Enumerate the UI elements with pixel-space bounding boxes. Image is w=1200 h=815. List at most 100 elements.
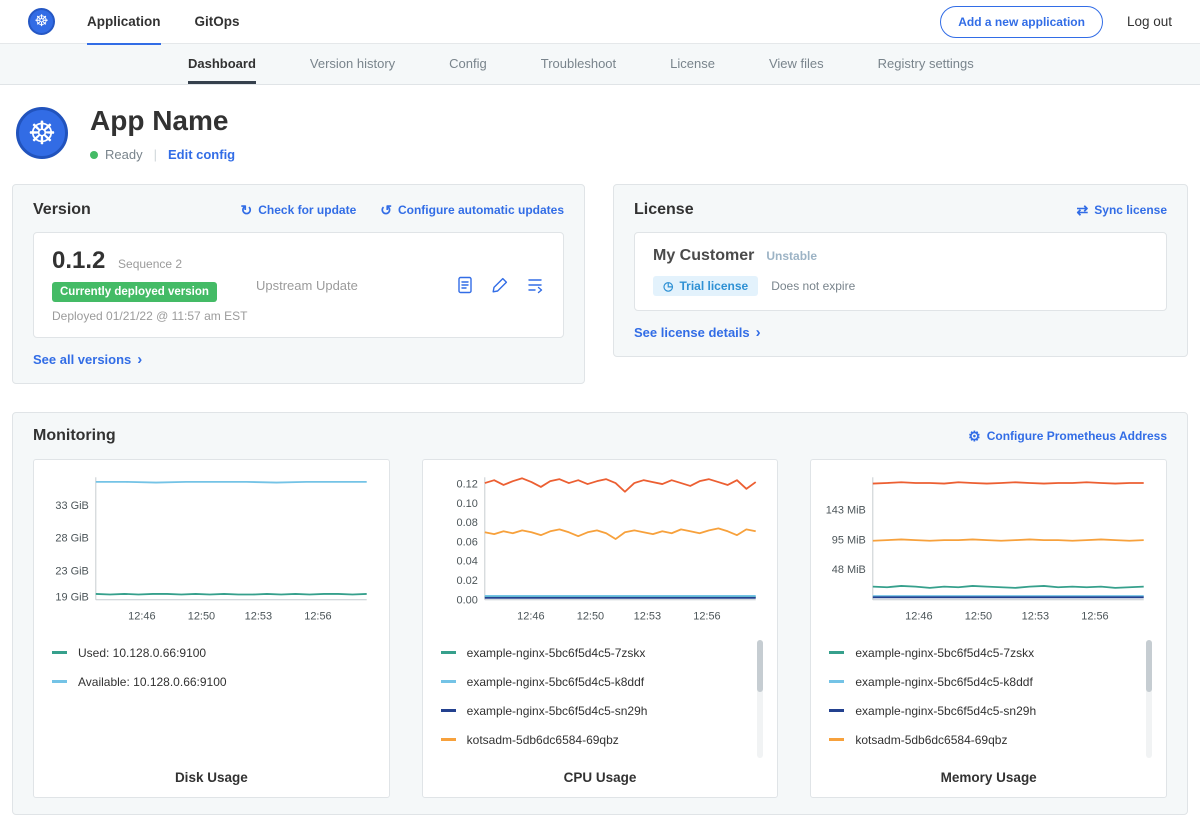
- ready-status-dot: [90, 151, 98, 159]
- memory-usage-chart: 48 MiB95 MiB143 MiB12:4612:5012:5312:56: [823, 470, 1154, 628]
- top-tab-gitops[interactable]: GitOps: [195, 0, 240, 44]
- cpu-usage-chart: 0.000.020.040.060.080.100.1212:4612:5012…: [435, 470, 766, 628]
- legend-color-dash: [52, 651, 67, 654]
- svg-text:19 GiB: 19 GiB: [55, 592, 88, 604]
- scrollbar-thumb[interactable]: [1146, 640, 1152, 692]
- svg-text:12:56: 12:56: [304, 611, 331, 623]
- sync-license-label: Sync license: [1094, 203, 1167, 217]
- configure-automatic-updates-label: Configure automatic updates: [398, 203, 564, 217]
- status-label: Ready: [105, 147, 143, 162]
- sync-icon: ⇄: [1077, 203, 1089, 217]
- subnav-tab-registry-settings[interactable]: Registry settings: [878, 44, 974, 84]
- legend-color-dash: [829, 651, 844, 654]
- see-all-versions-label: See all versions: [33, 352, 131, 367]
- legend-color-dash: [829, 709, 844, 712]
- diff-icon[interactable]: [525, 275, 545, 295]
- memory-usage-legend: example-nginx-5bc6f5d4c5-7zskx example-ng…: [823, 636, 1154, 762]
- svg-text:12:50: 12:50: [965, 611, 992, 623]
- auto-update-icon: ↺: [380, 203, 392, 217]
- subnav-tab-troubleshoot[interactable]: Troubleshoot: [541, 44, 616, 84]
- chart-title: CPU Usage: [435, 770, 766, 785]
- release-notes-icon[interactable]: [455, 275, 475, 295]
- svg-text:12:53: 12:53: [1022, 611, 1049, 623]
- version-action-icons: [455, 275, 545, 295]
- legend-item[interactable]: Used: 10.128.0.66:9100: [52, 638, 363, 667]
- legend-item[interactable]: Available: 10.128.0.66:9100: [52, 667, 363, 696]
- app-sub-nav: Dashboard Version history Config Trouble…: [0, 44, 1200, 85]
- configure-prometheus-label: Configure Prometheus Address: [987, 429, 1167, 443]
- legend-label: kotsadm-5db6dc6584-69qbz: [467, 733, 619, 747]
- version-card-actions: ↻ Check for update ↺ Configure automatic…: [241, 203, 565, 217]
- monitoring-header: Monitoring ⚙ Configure Prometheus Addres…: [33, 427, 1167, 445]
- see-license-details-link[interactable]: See license details ›: [634, 325, 761, 340]
- configure-automatic-updates-link[interactable]: ↺ Configure automatic updates: [380, 203, 564, 217]
- subnav-tab-config[interactable]: Config: [449, 44, 487, 84]
- svg-text:12:46: 12:46: [517, 611, 544, 623]
- chevron-right-icon: ›: [756, 325, 761, 340]
- chart-title: Disk Usage: [46, 770, 377, 785]
- top-tab-application[interactable]: Application: [87, 0, 161, 44]
- legend-label: Used: 10.128.0.66:9100: [78, 646, 206, 660]
- license-card-header: License ⇄ Sync license: [634, 201, 1167, 219]
- channel-label: Unstable: [766, 249, 817, 263]
- subnav-tab-version-history[interactable]: Version history: [310, 44, 395, 84]
- legend-item[interactable]: kotsadm-5db6dc6584-69qbz: [829, 725, 1140, 754]
- svg-text:33 GiB: 33 GiB: [55, 500, 88, 512]
- cpu-usage-chart-card: 0.000.020.040.060.080.100.1212:4612:5012…: [422, 459, 779, 798]
- legend-item[interactable]: example-nginx-5bc6f5d4c5-sn29h: [829, 696, 1140, 725]
- disk-usage-legend: Used: 10.128.0.66:9100 Available: 10.128.…: [46, 636, 377, 762]
- version-number: 0.1.2: [52, 247, 105, 274]
- top-nav: ☸ Application GitOps Add a new applicati…: [0, 0, 1200, 44]
- legend-color-dash: [829, 738, 844, 741]
- memory-usage-chart-card: 48 MiB95 MiB143 MiB12:4612:5012:5312:56 …: [810, 459, 1167, 798]
- legend-scrollbar[interactable]: [757, 640, 763, 758]
- check-for-update-link[interactable]: ↻ Check for update: [241, 203, 357, 217]
- see-all-versions-link[interactable]: See all versions ›: [33, 352, 142, 367]
- sync-license-link[interactable]: ⇄ Sync license: [1077, 203, 1167, 217]
- legend-item[interactable]: example-nginx-5bc6f5d4c5-k8ddf: [829, 667, 1140, 696]
- svg-text:12:50: 12:50: [188, 611, 215, 623]
- svg-text:12:46: 12:46: [906, 611, 933, 623]
- monitoring-panel: Monitoring ⚙ Configure Prometheus Addres…: [12, 412, 1188, 815]
- legend-scrollbar[interactable]: [1146, 640, 1152, 758]
- subnav-tab-view-files[interactable]: View files: [769, 44, 824, 84]
- add-application-button[interactable]: Add a new application: [940, 6, 1103, 38]
- svg-text:0.04: 0.04: [456, 556, 477, 568]
- legend-item[interactable]: example-nginx-5bc6f5d4c5-7zskx: [829, 638, 1140, 667]
- svg-text:0.06: 0.06: [456, 536, 477, 548]
- customer-row: My Customer Unstable: [653, 247, 1148, 265]
- configure-prometheus-link[interactable]: ⚙ Configure Prometheus Address: [968, 429, 1167, 443]
- app-header: ☸ App Name Ready | Edit config: [0, 85, 1200, 178]
- kubernetes-wheel-icon: ☸: [28, 117, 57, 149]
- legend-label: example-nginx-5bc6f5d4c5-7zskx: [855, 646, 1034, 660]
- deployed-timestamp: Deployed 01/21/22 @ 11:57 am EST: [52, 309, 256, 323]
- trial-license-badge: ◷ Trial license: [653, 276, 758, 296]
- current-version-box: 0.1.2 Sequence 2 Currently deployed vers…: [33, 232, 564, 338]
- charts-row: 19 GiB23 GiB28 GiB33 GiB12:4612:5012:531…: [33, 459, 1167, 798]
- subnav-tab-dashboard[interactable]: Dashboard: [188, 44, 256, 84]
- svg-text:0.12: 0.12: [456, 479, 477, 491]
- app-info: App Name Ready | Edit config: [90, 103, 235, 162]
- deployed-version-badge: Currently deployed version: [52, 282, 217, 302]
- legend-color-dash: [52, 680, 67, 683]
- scrollbar-thumb[interactable]: [757, 640, 763, 692]
- legend-item[interactable]: example-nginx-5bc6f5d4c5-sn29h: [441, 696, 752, 725]
- logout-button[interactable]: Log out: [1127, 14, 1172, 29]
- legend-item[interactable]: example-nginx-5bc6f5d4c5-k8ddf: [441, 667, 752, 696]
- subnav-tab-license[interactable]: License: [670, 44, 715, 84]
- chart-title: Memory Usage: [823, 770, 1154, 785]
- config-edit-icon[interactable]: [490, 275, 510, 295]
- edit-config-link[interactable]: Edit config: [168, 147, 235, 162]
- version-card: Version ↻ Check for update ↺ Configure a…: [12, 184, 585, 384]
- svg-text:12:53: 12:53: [633, 611, 660, 623]
- legend-item[interactable]: kotsadm-5db6dc6584-69qbz: [441, 725, 752, 754]
- app-logo: ☸: [16, 107, 68, 159]
- version-card-header: Version ↻ Check for update ↺ Configure a…: [33, 201, 564, 219]
- see-license-details-label: See license details: [634, 325, 750, 340]
- clock-icon: ◷: [663, 279, 673, 293]
- trial-license-label: Trial license: [679, 279, 748, 293]
- legend-color-dash: [441, 680, 456, 683]
- app-status-row: Ready | Edit config: [90, 147, 235, 162]
- legend-item[interactable]: example-nginx-5bc6f5d4c5-7zskx: [441, 638, 752, 667]
- license-card-actions: ⇄ Sync license: [1077, 203, 1167, 217]
